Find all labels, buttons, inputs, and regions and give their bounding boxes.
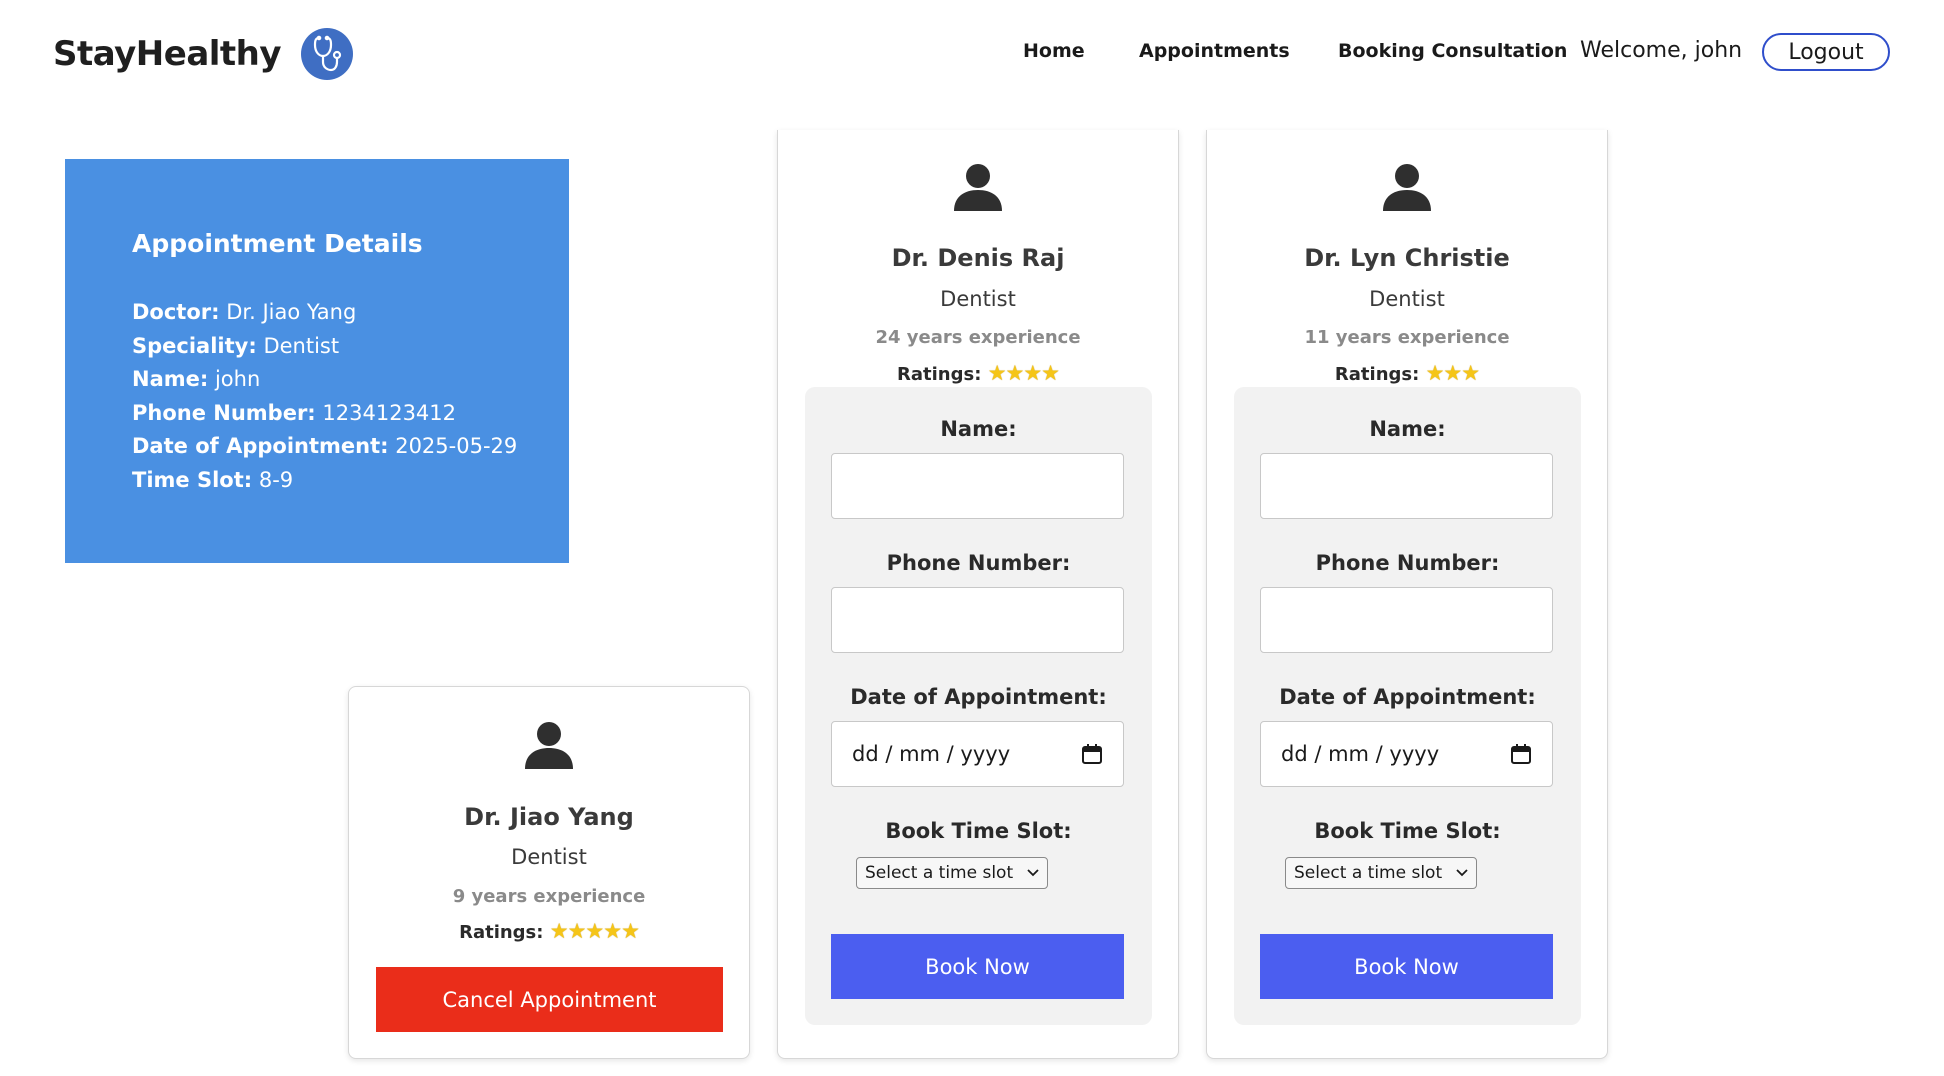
calendar-icon[interactable] bbox=[1510, 743, 1532, 765]
chevron-down-icon bbox=[1027, 869, 1039, 877]
chevron-down-icon bbox=[1456, 869, 1468, 877]
detail-label: Date of Appointment: bbox=[132, 434, 389, 458]
time-slot-select[interactable]: Select a time slot bbox=[856, 857, 1048, 889]
doctor-name: Dr. Lyn Christie bbox=[1304, 244, 1510, 272]
name-input[interactable] bbox=[1260, 453, 1553, 519]
doctor-experience: 9 years experience bbox=[452, 886, 646, 907]
phone-label: Phone Number: bbox=[886, 551, 1071, 575]
stethoscope-icon[interactable] bbox=[301, 28, 354, 80]
nav-booking-consultation[interactable]: Booking Consultation bbox=[1338, 40, 1567, 62]
detail-speciality: Speciality: Dentist bbox=[132, 330, 569, 364]
user-icon bbox=[1383, 164, 1431, 211]
name-label: Name: bbox=[940, 417, 1017, 441]
detail-value: 8-9 bbox=[258, 467, 294, 492]
ratings-label: Ratings: bbox=[897, 364, 982, 385]
detail-value: 1234123412 bbox=[322, 400, 457, 425]
detail-value: Dentist bbox=[263, 333, 340, 358]
doctor-card-jiao-yang: Dr. Jiao Yang Dentist 9 years experience… bbox=[348, 686, 750, 1059]
booking-form: Name: Phone Number: Date of Appointment:… bbox=[1234, 387, 1581, 1025]
date-input[interactable]: dd / mm / yyyy bbox=[1260, 721, 1553, 787]
doctor-ratings: Ratings: ★★★★ bbox=[778, 361, 1178, 385]
time-slot-select[interactable]: Select a time slot bbox=[1285, 857, 1477, 889]
detail-value: 2025-05-29 bbox=[395, 434, 518, 458]
doctor-speciality: Dentist bbox=[940, 287, 1016, 311]
detail-phone: Phone Number: 1234123412 bbox=[132, 397, 569, 431]
nav-appointments[interactable]: Appointments bbox=[1139, 40, 1290, 62]
date-label: Date of Appointment: bbox=[850, 685, 1107, 709]
cancel-appointment-button[interactable]: Cancel Appointment bbox=[376, 967, 723, 1032]
detail-date: Date of Appointment: 2025-05-29 bbox=[132, 430, 569, 464]
doctor-speciality: Dentist bbox=[1369, 287, 1445, 311]
book-now-button[interactable]: Book Now bbox=[1260, 934, 1553, 999]
doctor-ratings: Ratings: ★★★★★ bbox=[349, 919, 749, 943]
detail-label: Name: bbox=[132, 367, 209, 391]
appointment-details-title: Appointment Details bbox=[132, 229, 423, 258]
detail-label: Time Slot: bbox=[132, 467, 253, 492]
star-rating-icon: ★★★★★ bbox=[549, 919, 640, 943]
calendar-icon[interactable] bbox=[1081, 743, 1103, 765]
doctor-name: Dr. Jiao Yang bbox=[464, 803, 634, 831]
star-rating-icon: ★★★ bbox=[1425, 361, 1480, 385]
detail-label: Doctor: bbox=[132, 300, 220, 324]
doctor-ratings: Ratings: ★★★ bbox=[1207, 361, 1607, 385]
detail-time-slot: Time Slot: 8-9 bbox=[132, 464, 569, 498]
doctor-card-denis-raj: Dr. Denis Raj Dentist 24 years experienc… bbox=[777, 130, 1179, 1059]
time-slot-label: Book Time Slot: bbox=[1314, 819, 1501, 843]
name-label: Name: bbox=[1369, 417, 1446, 441]
detail-label: Phone Number: bbox=[132, 400, 316, 425]
doctor-name: Dr. Denis Raj bbox=[891, 244, 1065, 272]
detail-doctor: Doctor: Dr. Jiao Yang bbox=[132, 296, 569, 330]
star-rating-icon: ★★★★ bbox=[987, 361, 1060, 385]
appointment-details-panel: Appointment Details Doctor: Dr. Jiao Yan… bbox=[65, 159, 569, 563]
ratings-label: Ratings: bbox=[1334, 364, 1420, 385]
doctor-card-lyn-christie: Dr. Lyn Christie Dentist 11 years experi… bbox=[1206, 130, 1608, 1059]
booking-form: Name: Phone Number: Date of Appointment:… bbox=[805, 387, 1152, 1025]
doctor-experience: 24 years experience bbox=[875, 327, 1081, 348]
doctor-speciality: Dentist bbox=[511, 845, 587, 869]
phone-input[interactable] bbox=[1260, 587, 1553, 653]
detail-value: john bbox=[214, 367, 261, 391]
logout-button[interactable]: Logout bbox=[1762, 33, 1890, 71]
navbar: StayHealthy Home Appointments Booking Co… bbox=[0, 0, 1944, 104]
time-slot-selected: Select a time slot bbox=[1294, 863, 1443, 883]
time-slot-label: Book Time Slot: bbox=[885, 819, 1072, 843]
date-input[interactable]: dd / mm / yyyy bbox=[831, 721, 1124, 787]
welcome-text: Welcome, john bbox=[1580, 38, 1743, 63]
doctor-experience: 11 years experience bbox=[1304, 327, 1510, 348]
detail-label: Speciality: bbox=[132, 333, 257, 358]
date-placeholder: dd / mm / yyyy bbox=[852, 742, 1011, 766]
detail-name: Name: john bbox=[132, 363, 569, 397]
phone-input[interactable] bbox=[831, 587, 1124, 653]
date-label: Date of Appointment: bbox=[1279, 685, 1536, 709]
user-icon bbox=[525, 722, 573, 769]
brand-name[interactable]: StayHealthy bbox=[53, 34, 282, 74]
phone-label: Phone Number: bbox=[1315, 551, 1500, 575]
time-slot-selected: Select a time slot bbox=[865, 863, 1014, 883]
detail-value: Dr. Jiao Yang bbox=[226, 300, 357, 324]
date-placeholder: dd / mm / yyyy bbox=[1281, 742, 1440, 766]
user-icon bbox=[954, 164, 1002, 211]
nav-home[interactable]: Home bbox=[1023, 40, 1085, 62]
name-input[interactable] bbox=[831, 453, 1124, 519]
brand[interactable]: StayHealthy bbox=[53, 28, 354, 80]
ratings-label: Ratings: bbox=[459, 922, 544, 943]
book-now-button[interactable]: Book Now bbox=[831, 934, 1124, 999]
